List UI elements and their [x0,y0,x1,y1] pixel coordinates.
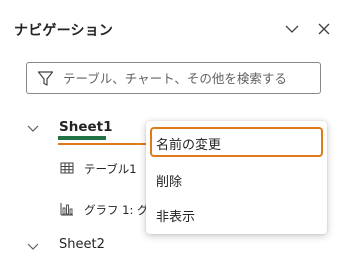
menu-item-label: 非表示 [156,210,196,225]
tree-item-table1[interactable]: テーブル1 [0,156,160,182]
search-box[interactable] [26,62,321,94]
sheet-tab-color-indicator [58,136,106,140]
tree-item-sheet2[interactable]: Sheet2 [0,231,349,261]
chart-label: グラフ 1: グ [84,203,149,217]
collapse-pane-button[interactable] [283,20,301,38]
chevron-down-icon[interactable] [26,239,40,253]
navigation-pane: ナビゲーション Sheet1 テーブル1 [0,0,349,267]
close-pane-button[interactable] [315,20,333,38]
rename-connector-line [58,143,150,145]
context-menu: 名前の変更 削除 非表示 [146,121,327,234]
menu-item-hide[interactable]: 非表示 [150,199,323,229]
menu-item-rename[interactable]: 名前の変更 [150,127,323,157]
search-input[interactable] [63,66,315,90]
chevron-down-icon[interactable] [26,121,40,135]
table-icon [60,162,74,174]
bar-chart-icon [60,203,73,216]
menu-item-delete[interactable]: 削除 [150,164,323,194]
chevron-down-icon [285,25,299,33]
pane-title: ナビゲーション [14,23,114,39]
close-icon [318,23,330,35]
sheet-label: Sheet1 [59,119,113,135]
menu-item-label: 削除 [156,175,183,190]
tree-item-chart1[interactable]: グラフ 1: グ [0,197,160,223]
menu-item-label: 名前の変更 [156,138,222,153]
sheet-label: Sheet2 [59,237,105,252]
table-label: テーブル1 [84,162,137,176]
filter-icon [37,71,54,86]
